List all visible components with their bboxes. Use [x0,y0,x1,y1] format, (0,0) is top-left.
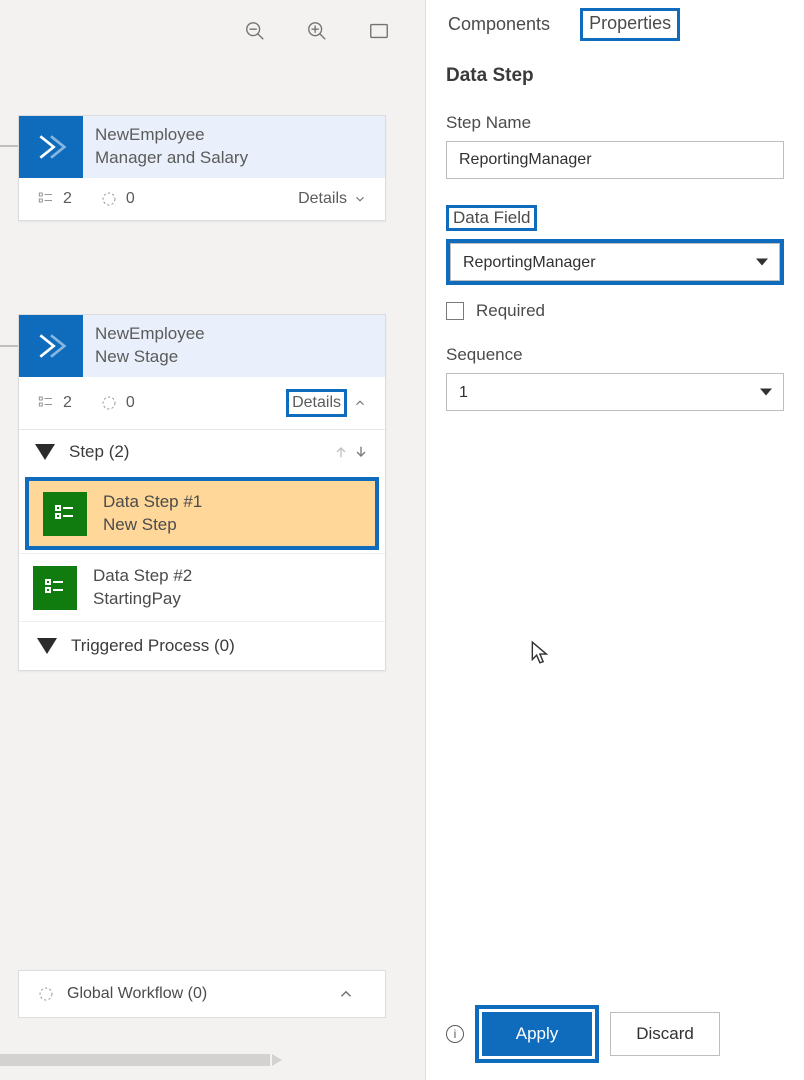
tab-components[interactable]: Components [446,8,552,41]
stage-chevron-icon [19,116,83,178]
required-checkbox[interactable] [446,302,464,320]
step-title: Data Step #2 [93,565,192,588]
required-label: Required [476,301,545,321]
step-text: Data Step #1 New Step [103,491,202,537]
stage-entity: NewEmployee [95,323,205,346]
trigger-count: 0 [100,394,135,412]
panel-body: Data Step Step Name Data Field Reporting… [426,41,804,998]
step-count: 2 [37,394,72,412]
stage-name: New Stage [95,346,205,369]
step-text: Data Step #2 StartingPay [93,565,192,611]
canvas-toolbar [244,20,390,47]
stage-name: Manager and Salary [95,147,248,170]
data-step-icon [33,566,77,610]
sequence-select-wrap: 1 [446,373,784,411]
details-toggle[interactable]: Details [298,190,367,208]
details-label: Details [298,190,347,208]
triggered-header-label: Triggered Process (0) [71,636,235,656]
global-workflow-label: Global Workflow (0) [67,985,207,1003]
data-step-icon [43,492,87,536]
properties-panel: Components Properties Data Step Step Nam… [425,0,804,1080]
data-field-label: Data Field [446,205,537,231]
apply-button[interactable]: Apply [482,1012,592,1056]
triangle-icon [35,444,55,460]
step-title: Data Step #1 [103,491,202,514]
details-toggle[interactable]: Details [286,389,367,417]
tab-properties[interactable]: Properties [580,8,680,41]
stage-entity: NewEmployee [95,124,248,147]
horizontal-scrollbar[interactable] [0,1054,270,1066]
sequence-label: Sequence [446,345,523,365]
step-subtitle: New Step [103,514,202,537]
stage-header: NewEmployee Manager and Salary [19,116,385,178]
trigger-count: 0 [100,190,135,208]
required-row[interactable]: Required [446,301,784,321]
step-name-label: Step Name [446,113,531,133]
stage-header: NewEmployee New Stage [19,315,385,377]
step-subtitle: StartingPay [93,588,192,611]
stage-card-new-stage[interactable]: NewEmployee New Stage 2 0 Details [18,314,386,671]
discard-button[interactable]: Discard [610,1012,720,1056]
section-title: Data Step [446,65,784,87]
steps-header[interactable]: Step (2) [19,430,385,474]
workflow-icon [37,985,55,1003]
step-count: 2 [37,190,72,208]
info-icon[interactable]: i [446,1025,464,1043]
panel-tabs: Components Properties [426,0,804,41]
reorder-arrows[interactable] [333,444,369,460]
stage-meta: 2 0 Details [19,377,385,429]
zoom-out-icon[interactable] [244,20,266,47]
fit-to-screen-icon[interactable] [368,20,390,47]
stage-card-manager-salary[interactable]: NewEmployee Manager and Salary 2 0 Detai… [18,115,386,221]
data-field-select-wrap: ReportingManager [446,239,784,285]
zoom-in-icon[interactable] [306,20,328,47]
arrow-up-icon[interactable] [333,444,349,460]
steps-header-label: Step (2) [69,442,129,462]
stage-title: NewEmployee Manager and Salary [83,116,260,178]
stage-meta: 2 0 Details [19,178,385,220]
chevron-down-icon [353,192,367,206]
step-row-data-step-1[interactable]: Data Step #1 New Step [25,477,379,551]
arrow-down-icon[interactable] [353,444,369,460]
data-field-select[interactable]: ReportingManager [450,243,780,281]
step-name-input[interactable] [446,141,784,179]
triangle-icon [37,638,57,654]
global-workflow-bar[interactable]: Global Workflow (0) [18,970,386,1018]
connector-line [0,145,18,147]
triggered-process-header[interactable]: Triggered Process (0) [19,621,385,670]
stage-title: NewEmployee New Stage [83,315,217,377]
steps-section: Step (2) Data Step #1 New Step [19,429,385,671]
panel-footer: i Apply Discard [426,998,804,1080]
chevron-up-icon [353,396,367,410]
chevron-up-icon [337,985,355,1003]
connector-line [0,345,18,347]
designer-canvas: NewEmployee Manager and Salary 2 0 Detai… [0,0,425,1080]
details-label: Details [286,389,347,417]
step-row-data-step-2[interactable]: Data Step #2 StartingPay [19,553,385,621]
sequence-select[interactable]: 1 [446,373,784,411]
stage-chevron-icon [19,315,83,377]
